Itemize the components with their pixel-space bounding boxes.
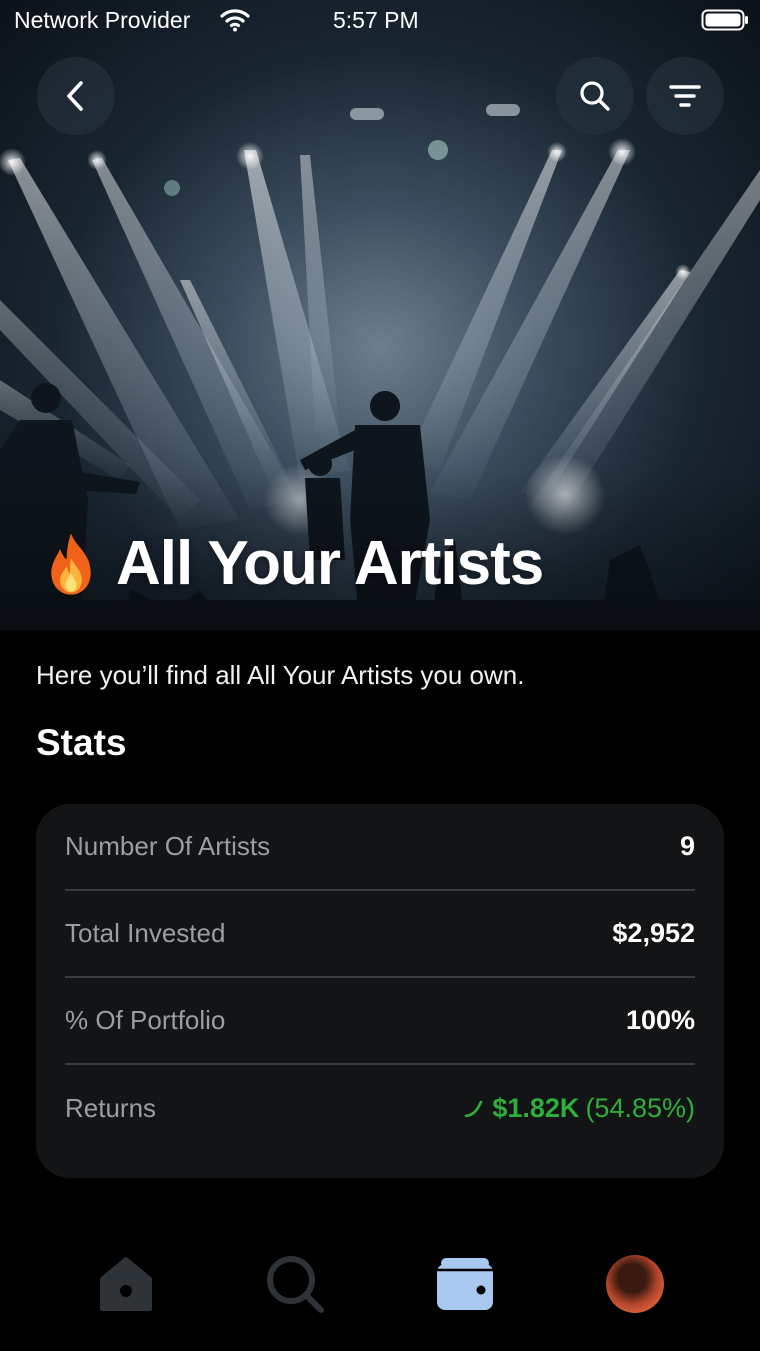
stats-card: Number Of Artists 9 Total Invested $2,95… <box>36 804 724 1178</box>
status-bar: Network Provider 5:57 PM <box>0 0 760 42</box>
returns-percent: (54.85%) <box>585 1093 695 1123</box>
page-title-text: All Your Artists <box>116 529 544 598</box>
stats-label: Returns <box>65 1093 157 1123</box>
carrier-name: Network Provider <box>14 7 191 33</box>
page-description: Here you’ll find all All Your Artists yo… <box>36 660 525 690</box>
clock: 5:57 PM <box>333 7 419 33</box>
wallet-icon <box>437 1258 493 1310</box>
stats-value: 9 <box>679 831 695 861</box>
back-button[interactable] <box>37 57 115 135</box>
tab-home[interactable] <box>94 1252 158 1316</box>
stats-row-returns: Returns $1.82K (54.85%) <box>65 1065 695 1152</box>
wifi-icon <box>220 9 250 32</box>
tab-search[interactable] <box>263 1252 327 1316</box>
returns-amount: $1.82K <box>492 1093 580 1123</box>
stats-heading: Stats <box>36 722 127 763</box>
stats-label: Total Invested <box>65 918 226 948</box>
page-title: All Your Artists <box>36 528 544 599</box>
stats-row-invested: Total Invested $2,952 <box>65 891 695 978</box>
stats-row-portfolio: % Of Portfolio 100% <box>65 978 695 1065</box>
returns-value: $1.82K (54.85%) <box>464 1093 695 1124</box>
stats-row-artists: Number Of Artists 9 <box>65 804 695 891</box>
stats-label: Number Of Artists <box>65 831 271 861</box>
filter-icon <box>669 85 701 107</box>
home-icon <box>100 1257 152 1311</box>
stats-value: $2,952 <box>612 918 695 948</box>
battery-icon <box>701 9 748 31</box>
avatar <box>606 1255 664 1313</box>
search-icon <box>580 81 610 111</box>
stats-value: 100% <box>625 1005 695 1035</box>
chevron-left-icon <box>67 81 83 111</box>
filter-button[interactable] <box>646 57 724 135</box>
fire-icon <box>51 532 91 595</box>
tab-profile[interactable] <box>603 1252 667 1316</box>
stats-label: % Of Portfolio <box>65 1005 226 1035</box>
search-icon <box>267 1256 324 1313</box>
tab-wallet[interactable] <box>433 1252 497 1316</box>
tab-bar <box>0 1240 760 1330</box>
search-button[interactable] <box>556 57 634 135</box>
trend-up-icon <box>465 1100 483 1117</box>
